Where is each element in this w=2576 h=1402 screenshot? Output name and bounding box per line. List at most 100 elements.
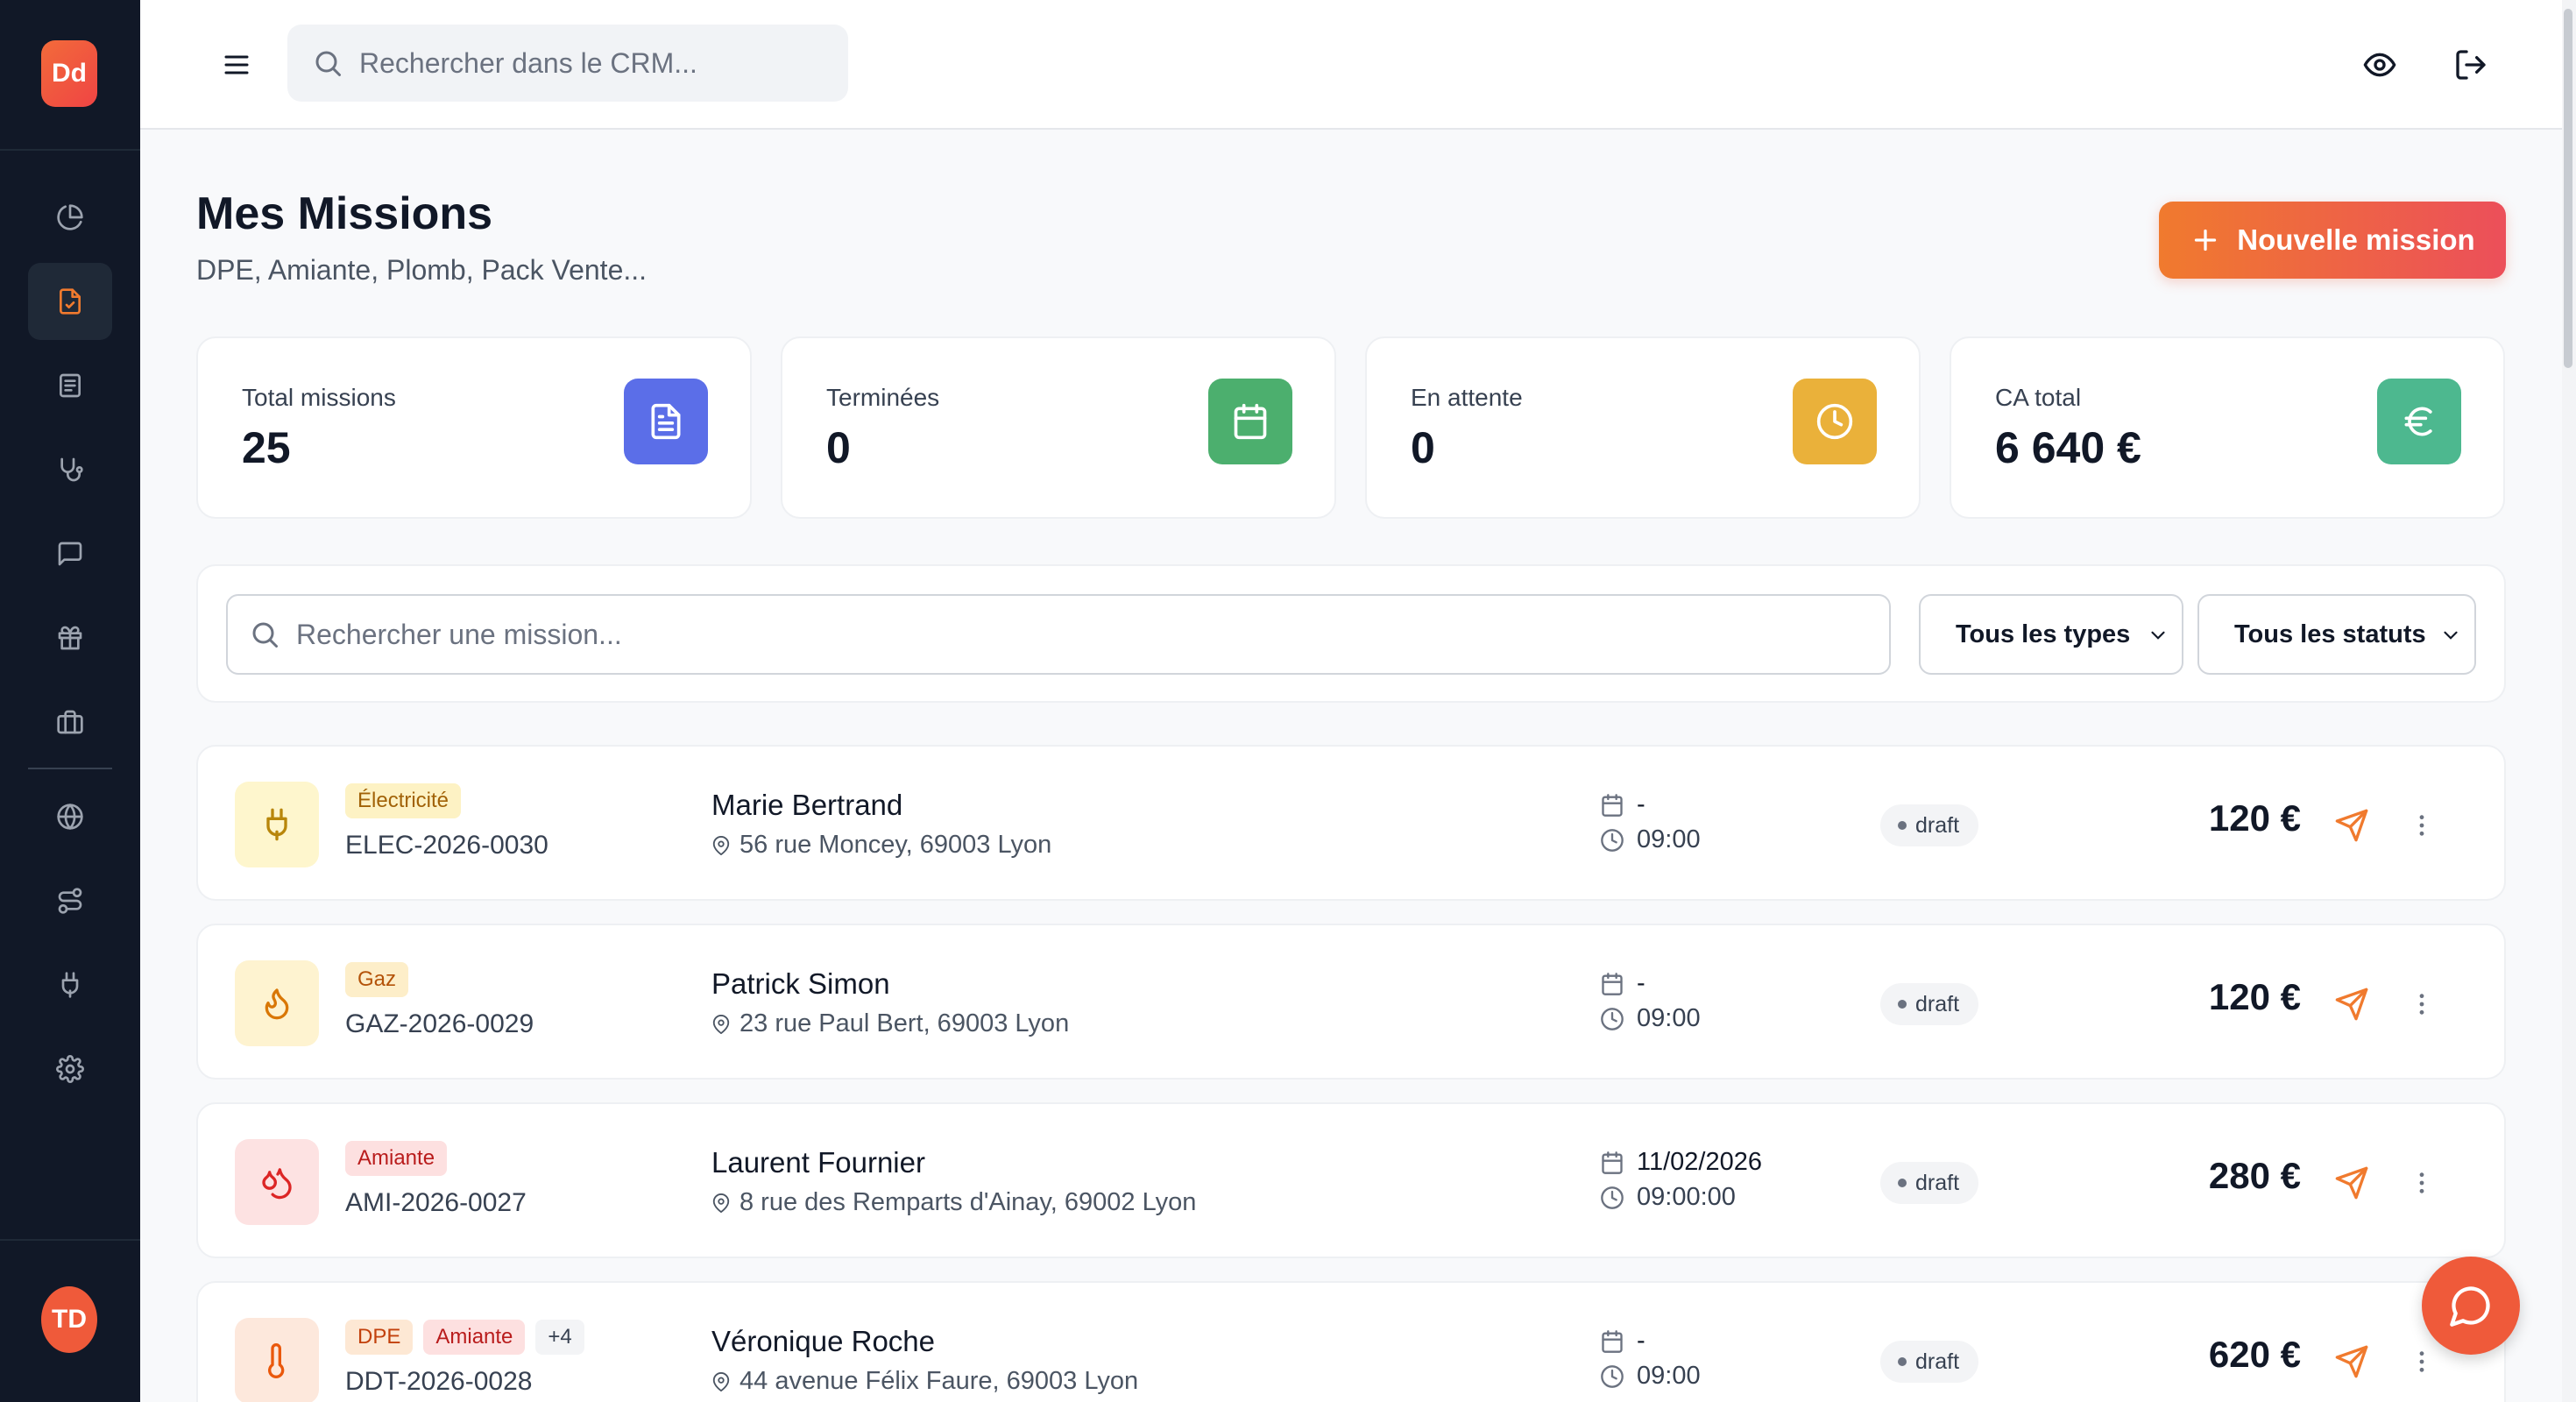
- map-pin-icon: [712, 835, 730, 855]
- gift-icon: [58, 626, 82, 650]
- mission-address: 56 rue Moncey, 69003 Lyon: [711, 831, 1051, 860]
- briefcase-icon: [57, 710, 83, 734]
- stat-value: 25: [242, 423, 291, 472]
- sidebar-divider: [0, 149, 140, 151]
- sidebar-item-integrations[interactable]: [28, 946, 112, 1023]
- mission-date-text: 11/02/2026: [1637, 1148, 1762, 1176]
- plug-icon: [61, 972, 79, 998]
- stat-label: CA total: [1995, 384, 2082, 411]
- topbar: [140, 0, 2572, 130]
- mission-price: 620 €: [2208, 1334, 2301, 1375]
- euro-icon: [2404, 407, 2432, 436]
- filter-bar: Tous les types Tous les statuts: [196, 564, 2506, 703]
- logout-button[interactable]: [2445, 39, 2497, 91]
- page-subtitle: DPE, Amiante, Plomb, Pack Vente...: [196, 254, 648, 286]
- mission-search[interactable]: [226, 594, 1891, 675]
- calendar-icon: [1602, 1151, 1623, 1174]
- calendar-icon: [1602, 1329, 1623, 1353]
- status-select[interactable]: Tous les statuts: [2197, 594, 2476, 675]
- send-button[interactable]: [2329, 1160, 2374, 1206]
- mission-time: 09:00:00: [1600, 1183, 1736, 1212]
- sidebar-item-web[interactable]: [28, 778, 112, 855]
- mission-address: 23 rue Paul Bert, 69003 Lyon: [711, 1009, 1069, 1038]
- logout-icon: [2456, 50, 2486, 80]
- mission-row[interactable]: Gaz GAZ-2026-0029 Patrick Simon 23 rue P…: [196, 924, 2506, 1080]
- mission-price: 120 €: [2208, 797, 2301, 839]
- send-icon: [2335, 988, 2368, 1021]
- clock-icon: [1601, 1186, 1624, 1209]
- more-vertical-icon: [2419, 815, 2424, 836]
- more-options-button[interactable]: [2404, 1337, 2439, 1386]
- mission-tag: DPE: [345, 1320, 414, 1355]
- mission-client: Véronique Roche: [711, 1325, 936, 1357]
- sidebar-item-missions[interactable]: [28, 263, 112, 340]
- sidebar-item-documents[interactable]: [28, 347, 112, 424]
- mission-tag: Amiante: [345, 1141, 448, 1176]
- stat-value: 0: [826, 423, 851, 472]
- sidebar-item-settings[interactable]: [28, 1030, 112, 1108]
- mission-time-text: 09:00: [1637, 1362, 1701, 1390]
- mission-date-text: -: [1637, 1327, 1645, 1355]
- mission-row[interactable]: DPE Amiante +4 DDT-2026-0028 Véronique R…: [196, 1281, 2506, 1402]
- mission-date: -: [1600, 1327, 1645, 1356]
- send-button[interactable]: [2329, 803, 2374, 848]
- stat-icon-box: [1793, 379, 1877, 464]
- mission-date: -: [1600, 969, 1645, 998]
- search-icon: [315, 51, 341, 76]
- sidebar-item-dashboard[interactable]: [28, 179, 112, 256]
- mission-type-icon-box: [235, 1318, 319, 1402]
- mission-client: Laurent Fournier: [711, 1146, 925, 1179]
- user-avatar[interactable]: TD: [41, 1286, 97, 1353]
- clock-icon: [1816, 403, 1853, 440]
- clock-icon: [1601, 828, 1624, 852]
- mission-row[interactable]: Amiante AMI-2026-0027 Laurent Fournier 8…: [196, 1102, 2506, 1258]
- menu-button[interactable]: [210, 39, 263, 91]
- status-text: draft: [1915, 812, 1960, 838]
- send-icon: [2335, 1166, 2368, 1200]
- sidebar-item-routes[interactable]: [28, 862, 112, 939]
- eye-icon: [2363, 53, 2396, 77]
- status-dot: [1898, 1179, 1907, 1187]
- mission-time: 09:00: [1600, 1004, 1701, 1033]
- more-options-button[interactable]: [2404, 1158, 2439, 1207]
- page-title: Mes Missions: [196, 188, 493, 239]
- global-search[interactable]: [287, 25, 848, 102]
- new-mission-button[interactable]: Nouvelle mission: [2159, 202, 2506, 279]
- sidebar-item-diagnostics[interactable]: [28, 431, 112, 508]
- status-badge: draft: [1880, 804, 1979, 846]
- stethoscope-icon: [60, 457, 83, 482]
- status-badge: draft: [1880, 983, 1979, 1025]
- mission-tags: Amiante: [345, 1141, 448, 1176]
- flame-icon: [265, 988, 289, 1020]
- sidebar-item-messages[interactable]: [28, 515, 112, 592]
- mission-search-input[interactable]: [296, 618, 1856, 651]
- status-text: draft: [1915, 1349, 1960, 1374]
- send-button[interactable]: [2329, 1339, 2374, 1384]
- mission-row[interactable]: Électricité ELEC-2026-0030 Marie Bertran…: [196, 745, 2506, 901]
- stat-card-completed: Terminées 0: [781, 336, 1336, 519]
- type-select[interactable]: Tous les types: [1919, 594, 2183, 675]
- mission-price: 280 €: [2208, 1155, 2301, 1196]
- stat-label: Total missions: [242, 384, 396, 411]
- mission-date: -: [1600, 790, 1645, 819]
- chevron-down-icon: [2151, 631, 2165, 640]
- mission-tags: Gaz: [345, 962, 409, 997]
- more-options-button[interactable]: [2404, 801, 2439, 850]
- app-logo[interactable]: Dd: [41, 40, 97, 107]
- clock-icon: [1601, 1364, 1624, 1388]
- global-search-input[interactable]: [359, 46, 832, 80]
- sidebar-item-gifts[interactable]: [28, 599, 112, 676]
- preview-button[interactable]: [2353, 39, 2406, 91]
- stat-value: 6 640 €: [1995, 423, 2141, 472]
- mission-tag: Gaz: [345, 962, 409, 997]
- sidebar-item-business[interactable]: [28, 683, 112, 761]
- page-scrollbar-thumb[interactable]: [2564, 9, 2572, 368]
- chat-button[interactable]: [2422, 1257, 2520, 1355]
- mission-time-text: 09:00: [1637, 825, 1701, 853]
- mission-address: 8 rue des Remparts d'Ainay, 69002 Lyon: [711, 1188, 1196, 1217]
- chevron-down-icon: [2444, 631, 2458, 640]
- more-options-button[interactable]: [2404, 980, 2439, 1029]
- send-button[interactable]: [2329, 981, 2374, 1027]
- stat-icon-box: [624, 379, 708, 464]
- chat-bubble-icon: [2450, 1286, 2490, 1327]
